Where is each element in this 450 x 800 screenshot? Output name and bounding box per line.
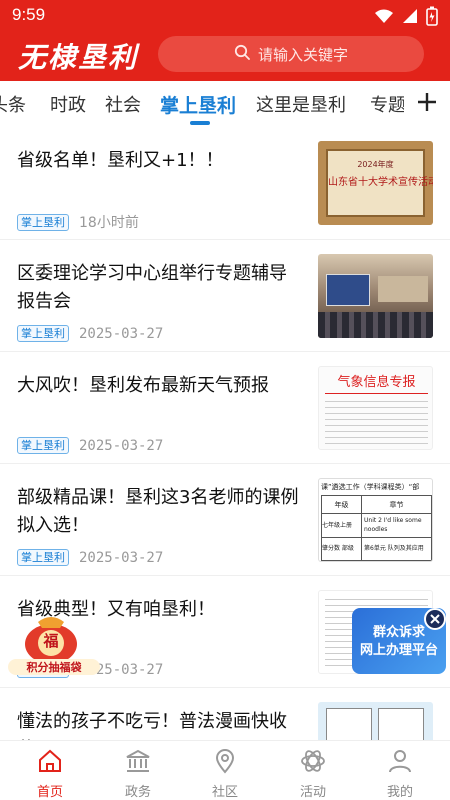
status-time: 9:59 xyxy=(12,5,46,24)
close-floating-button[interactable] xyxy=(424,608,446,630)
battery-icon xyxy=(426,6,438,30)
channel-tag: 掌上垦利 xyxy=(17,213,69,231)
news-title: 部级精品课！垦利这3名老师的课例拟入选！ xyxy=(17,487,299,536)
tab-shizheng[interactable]: 时政 xyxy=(50,91,86,117)
thumb-text: 课”遴选工作（学科课程类）“部 xyxy=(321,483,420,491)
news-item[interactable]: 部级精品课！垦利这3名老师的课例拟入选！ 掌上垦利 2025-03-27 课”遴… xyxy=(0,463,450,575)
news-time: 2025-03-27 xyxy=(79,549,164,566)
nav-profile[interactable]: 我的 xyxy=(355,747,445,800)
news-time: 2025-03-27 xyxy=(79,325,164,342)
news-item[interactable]: 懂法的孩子不吃亏！普法漫画快收藏！ xyxy=(0,687,450,740)
search-placeholder: 请输入关键字 xyxy=(257,45,348,64)
thumb-row1a: 七年级上册 xyxy=(322,514,362,538)
nav-activity-label: 活动 xyxy=(299,785,326,800)
complaint-line2: 网上办理平台 xyxy=(359,643,438,658)
signal-icon xyxy=(402,8,418,28)
nav-home-label: 首页 xyxy=(36,785,63,800)
news-thumbnail: 课”遴选工作（学科课程类）“部 年级 章节 七年级上册 Unit 2 I'd l… xyxy=(318,478,433,562)
news-meta: 掌上垦利 18小时前 xyxy=(17,212,139,232)
nav-home[interactable]: 首页 xyxy=(5,747,95,800)
tab-zheli-shi-kenli[interactable]: 这里是垦利 xyxy=(256,91,346,117)
nav-profile-label: 我的 xyxy=(386,785,413,800)
search-bar[interactable]: 请输入关键字 xyxy=(158,36,424,72)
nav-government-label: 政务 xyxy=(124,785,151,800)
lucky-bag-label: 积分抽福袋 xyxy=(8,659,100,675)
government-icon xyxy=(124,749,152,779)
lucky-bag-badge: 福 xyxy=(43,632,59,650)
home-icon xyxy=(36,749,64,779)
status-icons xyxy=(374,6,438,30)
thumb-text: 气象信息专报 xyxy=(337,375,416,390)
tab-zhuanti[interactable]: 专题 xyxy=(370,91,406,117)
search-icon xyxy=(234,44,250,64)
tab-zhangshang-kenli[interactable]: 掌上垦利 xyxy=(160,91,236,118)
news-item[interactable]: 省级名单！垦利又+1！！ 掌上垦利 18小时前 2024年度 山东省十大学术宣传… xyxy=(0,127,450,239)
nav-activity[interactable]: 活动 xyxy=(268,747,358,800)
app-bar: 无棣垦利 请输入关键字 xyxy=(0,32,450,81)
add-channel-button[interactable] xyxy=(404,81,450,127)
channel-tag: 掌上垦利 xyxy=(17,437,69,454)
thumb-row2b: 第6单元 队列及其应用 xyxy=(364,545,424,552)
channel-tag: 掌上垦利 xyxy=(17,325,69,342)
app-header: 9:59 无棣垦利 请输入关键字 xyxy=(0,0,450,81)
news-item[interactable]: 大风吹！垦利发布最新天气预报 掌上垦利 2025-03-27 气象信息专报 xyxy=(0,351,450,463)
wifi-icon xyxy=(374,8,394,28)
news-title: 省级名单！垦利又+1！！ xyxy=(17,150,224,171)
thumb-text: 山东省十大学术宣传活动 xyxy=(328,177,433,188)
nav-community[interactable]: 社区 xyxy=(180,747,270,800)
news-title: 大风吹！垦利发布最新天气预报 xyxy=(17,375,269,396)
news-meta: 掌上垦利 2025-03-27 xyxy=(17,325,163,342)
plus-icon xyxy=(417,92,437,116)
news-title: 懂法的孩子不吃亏！普法漫画快收藏！ xyxy=(17,711,287,740)
thumb-col2: 章节 xyxy=(362,496,431,514)
profile-icon xyxy=(386,750,414,779)
tab-shehui[interactable]: 社会 xyxy=(105,91,141,117)
close-icon xyxy=(426,613,444,632)
thumb-col1: 年级 xyxy=(322,496,362,514)
news-time: 2025-03-27 xyxy=(79,437,164,454)
status-bar: 9:59 xyxy=(0,0,450,32)
activity-icon xyxy=(299,750,327,779)
active-tab-indicator xyxy=(190,121,210,125)
channel-tag: 掌上垦利 xyxy=(17,549,69,566)
channel-tabs: 头条 时政 社会 掌上垦利 这里是垦利 专题 xyxy=(0,81,450,127)
news-item[interactable]: 区委理论学习中心组举行专题辅导报告会 掌上垦利 2025-03-27 xyxy=(0,239,450,351)
app-logo: 无棣垦利 xyxy=(18,41,139,74)
bottom-navigation: 首页 政务 社区 活动 我的 xyxy=(0,740,450,800)
nav-government[interactable]: 政务 xyxy=(93,747,183,800)
news-meta: 掌上垦利 2025-03-27 xyxy=(17,437,163,454)
news-thumbnail xyxy=(318,702,433,740)
thumb-caption: 2024年度 xyxy=(357,160,394,169)
thumb-row1b: Unit 2 I'd like some noodles xyxy=(362,514,431,538)
location-icon xyxy=(211,749,239,779)
news-title: 区委理论学习中心组举行专题辅导报告会 xyxy=(17,263,287,312)
tab-toutiao[interactable]: 头条 xyxy=(0,91,26,117)
news-meta: 掌上垦利 2025-03-27 xyxy=(17,549,163,566)
news-thumbnail xyxy=(318,254,433,338)
news-thumbnail: 气象信息专报 xyxy=(318,366,433,450)
news-time: 18小时前 xyxy=(79,215,139,231)
news-thumbnail: 2024年度 山东省十大学术宣传活动 xyxy=(318,141,433,225)
lucky-bag-widget[interactable]: 福 积分抽福袋 xyxy=(8,610,100,676)
thumb-row2a: 肇分数 部级 xyxy=(322,538,362,560)
nav-community-label: 社区 xyxy=(211,785,238,800)
